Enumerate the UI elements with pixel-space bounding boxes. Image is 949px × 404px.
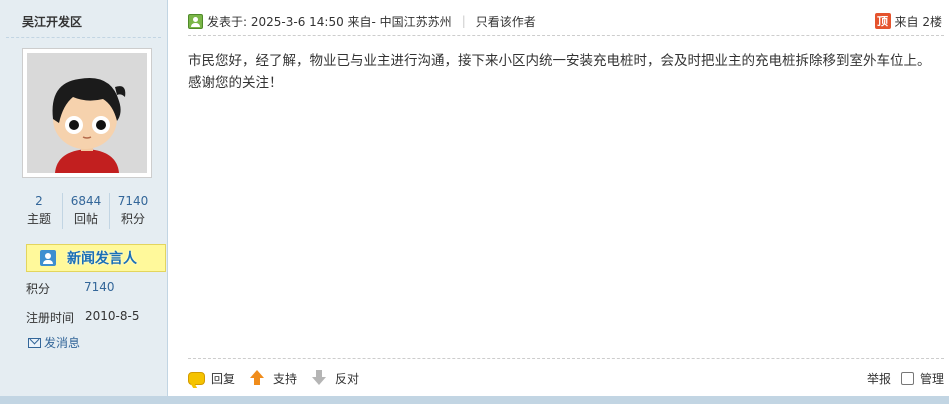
stat-label: 回帖 (73, 212, 98, 226)
floor-info: 顶 来自 2楼 (874, 13, 942, 30)
oppose-label: 反对 (335, 371, 360, 386)
stat-value: 2 (35, 194, 43, 208)
manage-label[interactable]: 管理 (920, 370, 944, 387)
post-bottom-bar (0, 396, 949, 404)
thumb-down-arrow-icon (311, 370, 327, 386)
sidebar-divider (6, 37, 161, 38)
post-content: 市民您好，经了解，物业已与业主进行沟通，接下来小区内统一安装充电桩时，会及时把业… (188, 53, 931, 91)
reply-label: 回复 (211, 371, 236, 386)
manage-checkbox[interactable] (900, 371, 914, 385)
post-actions: 回复 支持 反对 举报 管理 (188, 368, 944, 388)
stat-label: 积分 (120, 212, 145, 226)
moderation-actions: 举报 管理 (867, 370, 944, 387)
avatar-image (27, 53, 147, 173)
send-message-label: 发消息 (44, 336, 81, 350)
send-message-link[interactable]: 发消息 (28, 334, 80, 351)
oppose-button[interactable]: 反对 (311, 370, 359, 387)
register-label: 注册时间 (26, 311, 75, 325)
avatar[interactable] (22, 48, 152, 178)
footer-divider (188, 358, 944, 359)
user-group-badge: 新闻发言人 (26, 244, 166, 272)
badge-label: 新闻发言人 (67, 251, 137, 267)
stat-value: 7140 (117, 194, 149, 208)
support-button[interactable]: 支持 (249, 370, 297, 387)
stat-replies[interactable]: 6844 回帖 (62, 193, 109, 229)
post-time: 发表于: 2025-3-6 14:50 来自- 中国江苏苏州 (207, 14, 452, 29)
support-label: 支持 (273, 371, 298, 386)
online-user-icon (188, 13, 203, 29)
mail-icon (28, 337, 41, 348)
report-link[interactable]: 举报 (867, 370, 891, 387)
post-meta: 发表于: 2025-3-6 14:50 来自- 中国江苏苏州 | 只看该作者 顶… (188, 10, 942, 32)
thumb-up-arrow-icon (249, 370, 265, 386)
stat-value: 6844 (70, 194, 102, 208)
meta-separator: | (461, 14, 466, 28)
author-stats: 2 主题 6844 回帖 7140 积分 (16, 193, 156, 229)
stat-threads[interactable]: 2 主题 (16, 193, 62, 229)
points-label: 积分 (26, 282, 51, 296)
stat-points[interactable]: 7140 积分 (109, 193, 156, 229)
avatar-cartoon-icon (27, 53, 147, 173)
only-author-link[interactable]: 只看该作者 (476, 13, 536, 30)
points-value: 7140 (84, 280, 115, 294)
stat-label: 主题 (26, 212, 51, 226)
register-value: 2010-8-5 (85, 309, 140, 323)
author-sidebar: 吴江开发区 2 主题 6844 回帖 7140 积分 新闻发言人 积分 7140… (0, 0, 168, 396)
meta-divider (188, 35, 944, 36)
top-icon[interactable]: 顶 (874, 13, 891, 29)
user-icon (40, 250, 56, 266)
author-name[interactable]: 吴江开发区 (22, 13, 82, 30)
reply-button[interactable]: 回复 (188, 370, 235, 387)
reply-icon (188, 371, 205, 385)
floor-number[interactable]: 来自 2楼 (895, 13, 942, 30)
points-row: 积分 7140 (26, 280, 115, 297)
register-row: 注册时间 2010-8-5 (26, 309, 139, 326)
